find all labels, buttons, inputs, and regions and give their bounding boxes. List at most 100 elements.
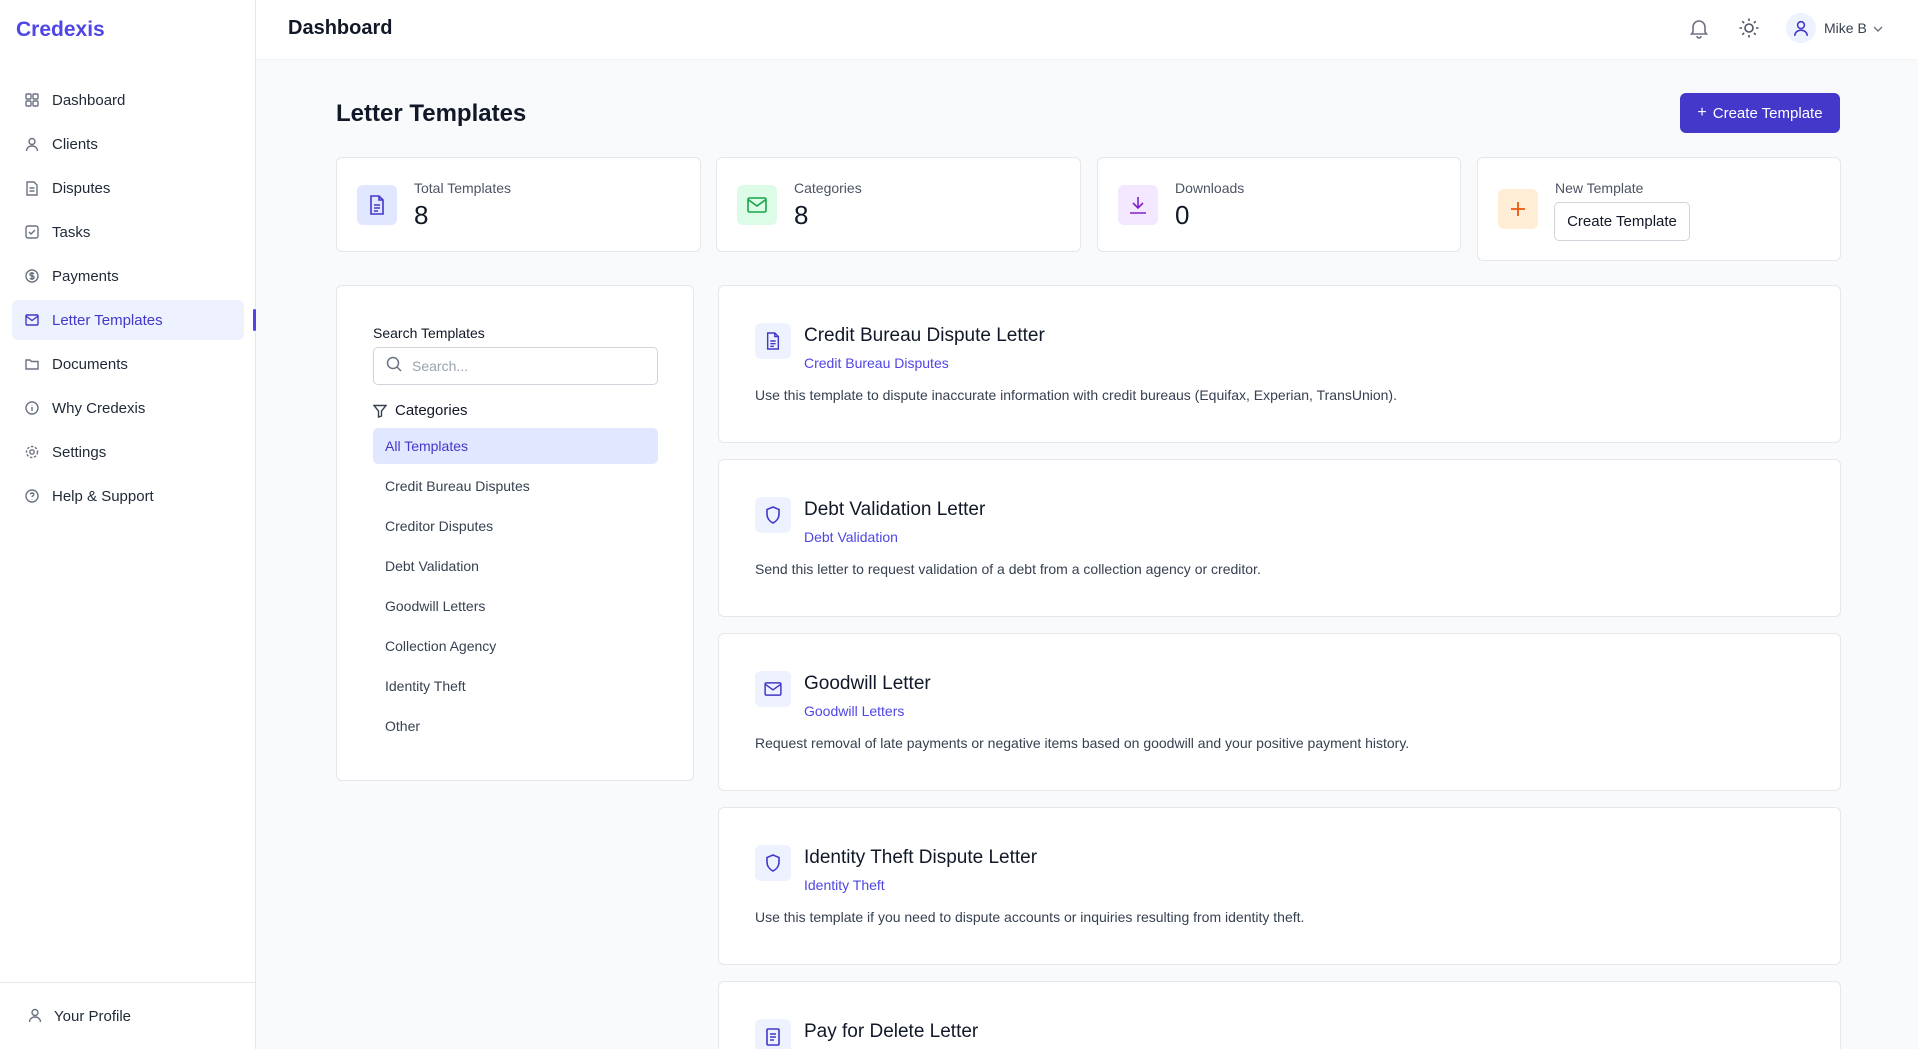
grid-icon	[24, 92, 40, 108]
category-list: All Templates Credit Bureau Disputes Cre…	[373, 428, 658, 748]
template-title: Credit Bureau Dispute Letter	[804, 325, 1045, 346]
sidebar-item-label: Tasks	[52, 223, 91, 241]
stat-label: New Template	[1555, 180, 1644, 196]
sidebar-item-label: Disputes	[52, 179, 111, 197]
your-profile-label: Your Profile	[54, 1007, 131, 1025]
template-description: Request removal of late payments or nega…	[755, 735, 1410, 751]
sidebar-item-label: Letter Templates	[52, 311, 163, 329]
your-profile-link[interactable]: Your Profile	[0, 982, 256, 1049]
sidebar-nav: Dashboard Clients Disputes Tasks Payment…	[12, 80, 256, 520]
create-template-button[interactable]: + Create Template	[1680, 93, 1840, 133]
category-item[interactable]: Other	[373, 708, 658, 744]
sidebar-item-label: Settings	[52, 443, 107, 461]
category-item[interactable]: Debt Validation	[373, 548, 658, 584]
active-indicator	[253, 309, 256, 331]
category-item[interactable]: Collection Agency	[373, 628, 658, 664]
stat-categories: Categories 8	[716, 157, 1081, 252]
plus-icon	[1498, 189, 1538, 229]
sidebar-item-why-credexis[interactable]: Why Credexis	[12, 388, 244, 428]
header-title: Dashboard	[288, 17, 393, 39]
sidebar-item-settings[interactable]: Settings	[12, 432, 244, 472]
plus-icon: +	[1697, 104, 1707, 121]
bell-icon[interactable]	[1687, 16, 1711, 40]
download-icon	[1118, 185, 1158, 225]
filter-icon	[373, 404, 387, 418]
template-title: Identity Theft Dispute Letter	[804, 847, 1038, 868]
sidebar-item-help-support[interactable]: Help & Support	[12, 476, 244, 516]
mail-icon	[755, 671, 791, 707]
list-document-icon	[755, 1019, 791, 1049]
stat-total-templates: Total Templates 8	[336, 157, 701, 252]
template-title: Goodwill Letter	[804, 673, 931, 694]
sidebar-item-label: Dashboard	[52, 91, 126, 109]
stat-downloads: Downloads 0	[1097, 157, 1461, 252]
stat-value: 8	[794, 200, 809, 230]
search-label: Search Templates	[373, 325, 485, 341]
help-circle-icon	[24, 488, 40, 504]
sidebar-item-letter-templates[interactable]: Letter Templates	[12, 300, 256, 340]
shield-icon	[755, 845, 791, 881]
file-icon	[24, 180, 40, 196]
user-menu[interactable]: Mike B	[1786, 13, 1883, 43]
stat-new-template: New Template Create Template	[1477, 157, 1841, 261]
template-description: Send this letter to request validation o…	[755, 561, 1261, 577]
template-category-link[interactable]: Debt Validation	[804, 529, 898, 545]
template-title: Debt Validation Letter	[804, 499, 986, 520]
sidebar-item-label: Payments	[52, 267, 119, 285]
search-icon	[386, 356, 402, 377]
chevron-down-icon	[1873, 19, 1883, 37]
sidebar-item-documents[interactable]: Documents	[12, 344, 244, 384]
check-square-icon	[24, 224, 40, 240]
template-category-link[interactable]: Goodwill Letters	[804, 703, 904, 719]
stat-value: 0	[1175, 200, 1190, 230]
sidebar-item-dashboard[interactable]: Dashboard	[12, 80, 244, 120]
stat-value: 8	[414, 200, 429, 230]
template-title: Pay for Delete Letter	[804, 1021, 979, 1042]
sidebar-item-label: Clients	[52, 135, 98, 153]
search-box[interactable]	[373, 347, 658, 385]
document-icon	[357, 185, 397, 225]
template-card[interactable]: Pay for Delete Letter	[718, 981, 1841, 1049]
category-item[interactable]: Goodwill Letters	[373, 588, 658, 624]
document-icon	[755, 323, 791, 359]
category-item[interactable]: Creditor Disputes	[373, 508, 658, 544]
template-category-link[interactable]: Credit Bureau Disputes	[804, 355, 949, 371]
brand-logo[interactable]: Credexis	[16, 18, 105, 42]
user-name: Mike B	[1824, 20, 1867, 36]
template-card[interactable]: Credit Bureau Dispute Letter Credit Bure…	[718, 285, 1841, 443]
template-card[interactable]: Debt Validation Letter Debt Validation S…	[718, 459, 1841, 617]
create-template-label: Create Template	[1712, 104, 1823, 122]
avatar	[1786, 13, 1816, 43]
stat-label: Total Templates	[414, 180, 512, 196]
sidebar-item-disputes[interactable]: Disputes	[12, 168, 244, 208]
sidebar: Credexis Dashboard Clients Disputes Task…	[0, 0, 256, 1049]
sidebar-item-clients[interactable]: Clients	[12, 124, 244, 164]
info-icon	[24, 400, 40, 416]
template-card[interactable]: Goodwill Letter Goodwill Letters Request…	[718, 633, 1841, 791]
mail-icon	[24, 312, 40, 328]
folder-icon	[24, 356, 40, 372]
stat-label: Categories	[794, 180, 862, 196]
filter-panel: Search Templates Categories All Template…	[336, 285, 694, 781]
sidebar-item-payments[interactable]: Payments	[12, 256, 244, 296]
gear-icon	[24, 444, 40, 460]
page-title: Letter Templates	[336, 100, 527, 127]
stat-label: Downloads	[1175, 180, 1245, 196]
mail-icon	[737, 185, 777, 225]
sidebar-item-label: Why Credexis	[52, 399, 146, 417]
category-item[interactable]: All Templates	[373, 428, 658, 464]
sidebar-item-tasks[interactable]: Tasks	[12, 212, 244, 252]
category-item[interactable]: Identity Theft	[373, 668, 658, 704]
template-category-link[interactable]: Identity Theft	[804, 877, 885, 893]
template-card[interactable]: Identity Theft Dispute Letter Identity T…	[718, 807, 1841, 965]
search-input[interactable]	[412, 358, 642, 374]
template-description: Use this template to dispute inaccurate …	[755, 387, 1397, 403]
sidebar-item-label: Help & Support	[52, 487, 154, 505]
category-item[interactable]: Credit Bureau Disputes	[373, 468, 658, 504]
top-bar: Dashboard Mike B	[256, 0, 1918, 60]
shield-icon	[755, 497, 791, 533]
dollar-circle-icon	[24, 268, 40, 284]
theme-toggle-sun-icon[interactable]	[1738, 17, 1760, 39]
create-template-secondary-button[interactable]: Create Template	[1554, 202, 1690, 241]
sidebar-item-label: Documents	[52, 355, 128, 373]
